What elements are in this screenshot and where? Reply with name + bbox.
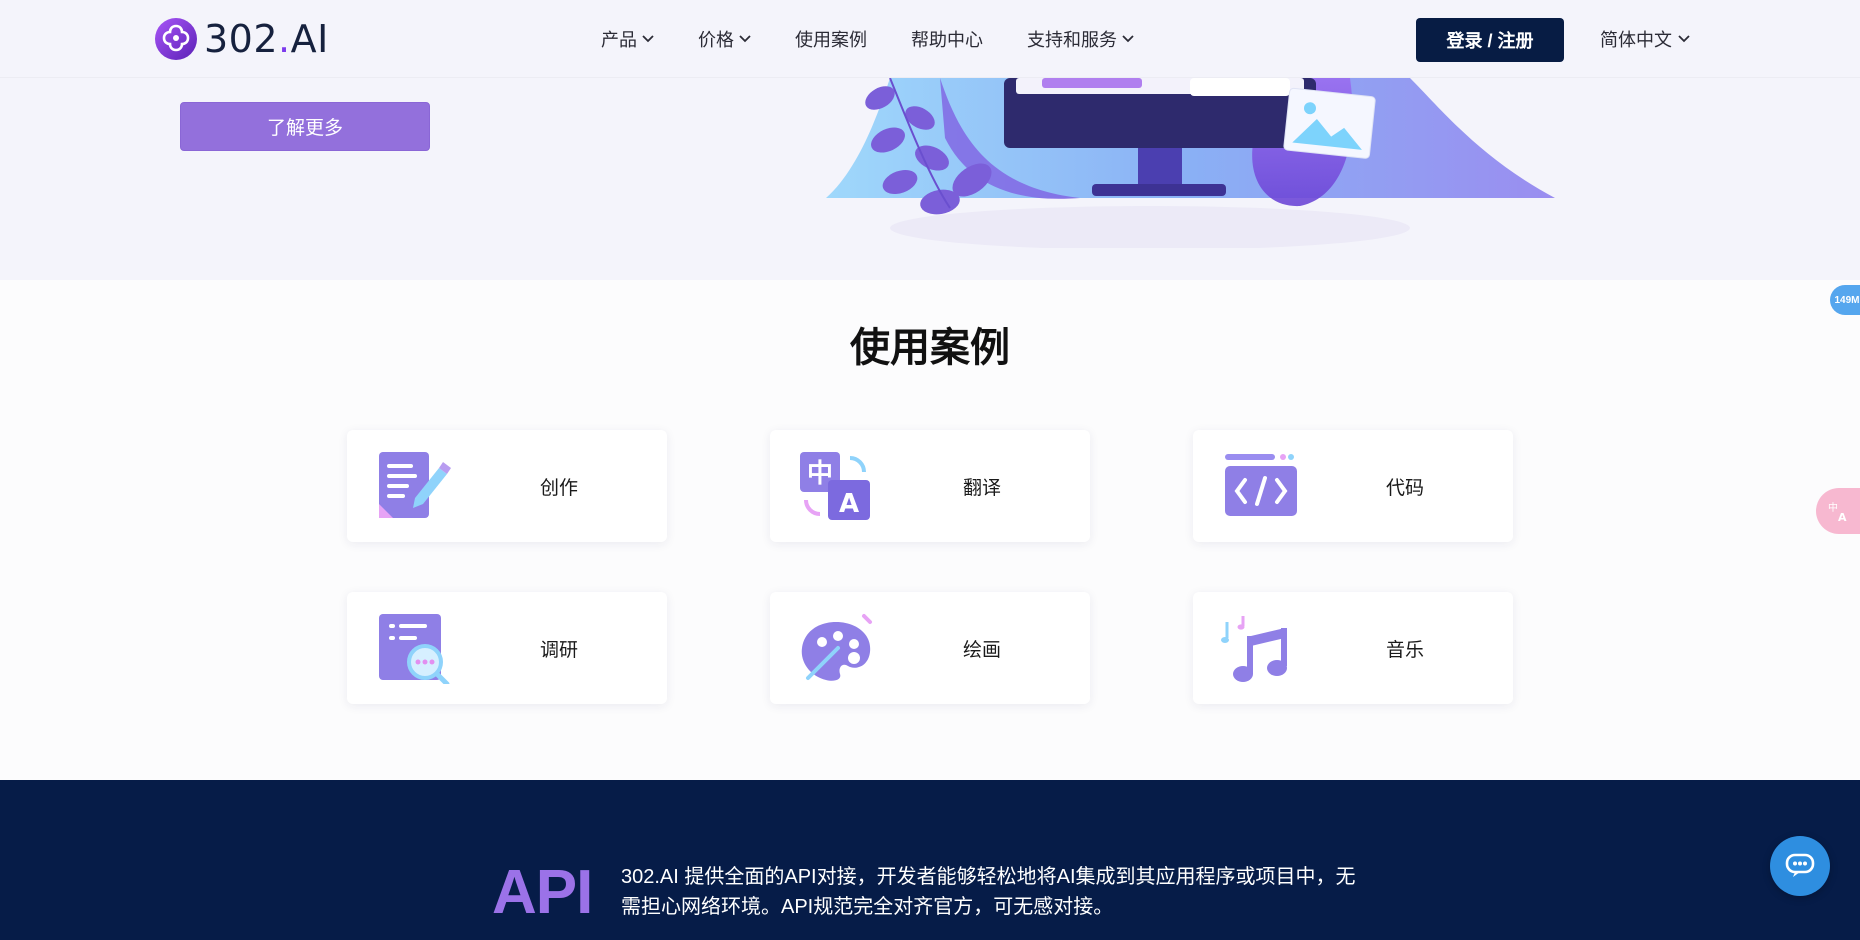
chevron-down-icon — [642, 35, 654, 43]
use-cases-title: 使用案例 — [850, 326, 1010, 370]
logo-dot: . — [278, 17, 291, 61]
case-card-creation[interactable]: 创作 — [347, 430, 667, 542]
nav-item-support[interactable]: 支持和服务 — [1027, 26, 1134, 52]
case-card-label: 创作 — [539, 477, 578, 499]
translate-icon: 中 A — [800, 452, 870, 520]
palette-icon — [801, 614, 872, 681]
brand-logo[interactable]: 302.AI — [154, 17, 329, 61]
translate-float-button[interactable]: 中 A — [1816, 488, 1860, 534]
document-pen-icon — [379, 452, 451, 518]
case-card-label: 翻译 — [962, 477, 1001, 499]
nav-item-help-center[interactable]: 帮助中心 — [911, 26, 983, 52]
learn-more-button[interactable]: 了解更多 — [180, 102, 430, 151]
language-label: 简体中文 — [1600, 30, 1672, 50]
logo-icon — [155, 18, 197, 60]
login-register-button[interactable]: 登录 / 注册 — [1416, 18, 1564, 62]
api-title: API — [492, 858, 593, 927]
nav-item-products[interactable]: 产品 — [601, 26, 654, 52]
language-selector[interactable]: 简体中文 — [1600, 0, 1690, 78]
case-card-label: 调研 — [539, 639, 578, 661]
case-card-label: 绘画 — [962, 639, 1001, 661]
case-card-painting[interactable]: 绘画 — [770, 592, 1090, 704]
nav-label: 价格 — [698, 30, 734, 50]
chat-bubble-icon — [1785, 853, 1815, 877]
case-card-code[interactable]: 代码 — [1193, 430, 1513, 542]
api-description: 302.AI 提供全面的API对接，开发者能够轻松地将AI集成到其应用程序或项目… — [621, 866, 1356, 918]
case-card-music[interactable]: 音乐 — [1193, 592, 1513, 704]
svg-text:A: A — [839, 489, 859, 519]
main-nav: 产品 价格 使用案例 帮助中心 支持和服务 — [601, 0, 1178, 78]
chevron-down-icon — [1678, 35, 1690, 43]
research-magnifier-icon — [379, 614, 450, 684]
translate-icon: 中 A — [1828, 501, 1847, 523]
nav-item-use-cases[interactable]: 使用案例 — [795, 26, 867, 52]
case-card-research[interactable]: 调研 — [347, 592, 667, 704]
top-navbar: 302.AI 产品 价格 使用案例 帮助中心 支持和服务 登录 / 注册 简体中… — [0, 0, 1860, 78]
chevron-down-icon — [739, 35, 751, 43]
nav-label: 帮助中心 — [911, 30, 983, 50]
logo-text: 302 — [204, 17, 279, 61]
case-card-translation[interactable]: 中 A 翻译 — [770, 430, 1090, 542]
nav-item-pricing[interactable]: 价格 — [698, 26, 751, 52]
code-icon — [1225, 454, 1297, 516]
nav-label: 产品 — [601, 30, 637, 50]
svg-text:A: A — [1838, 511, 1847, 523]
case-card-label: 代码 — [1385, 477, 1424, 499]
chat-support-button[interactable] — [1770, 836, 1830, 896]
nav-label: 使用案例 — [795, 30, 867, 50]
hero-illustration — [826, 78, 1555, 248]
memory-badge[interactable]: 149M — [1830, 285, 1860, 315]
case-card-label: 音乐 — [1385, 639, 1424, 661]
music-note-icon — [1221, 616, 1287, 682]
svg-text:中: 中 — [1828, 501, 1838, 514]
chevron-down-icon — [1122, 35, 1134, 43]
logo-suffix: AI — [290, 17, 329, 61]
nav-label: 支持和服务 — [1027, 30, 1117, 50]
